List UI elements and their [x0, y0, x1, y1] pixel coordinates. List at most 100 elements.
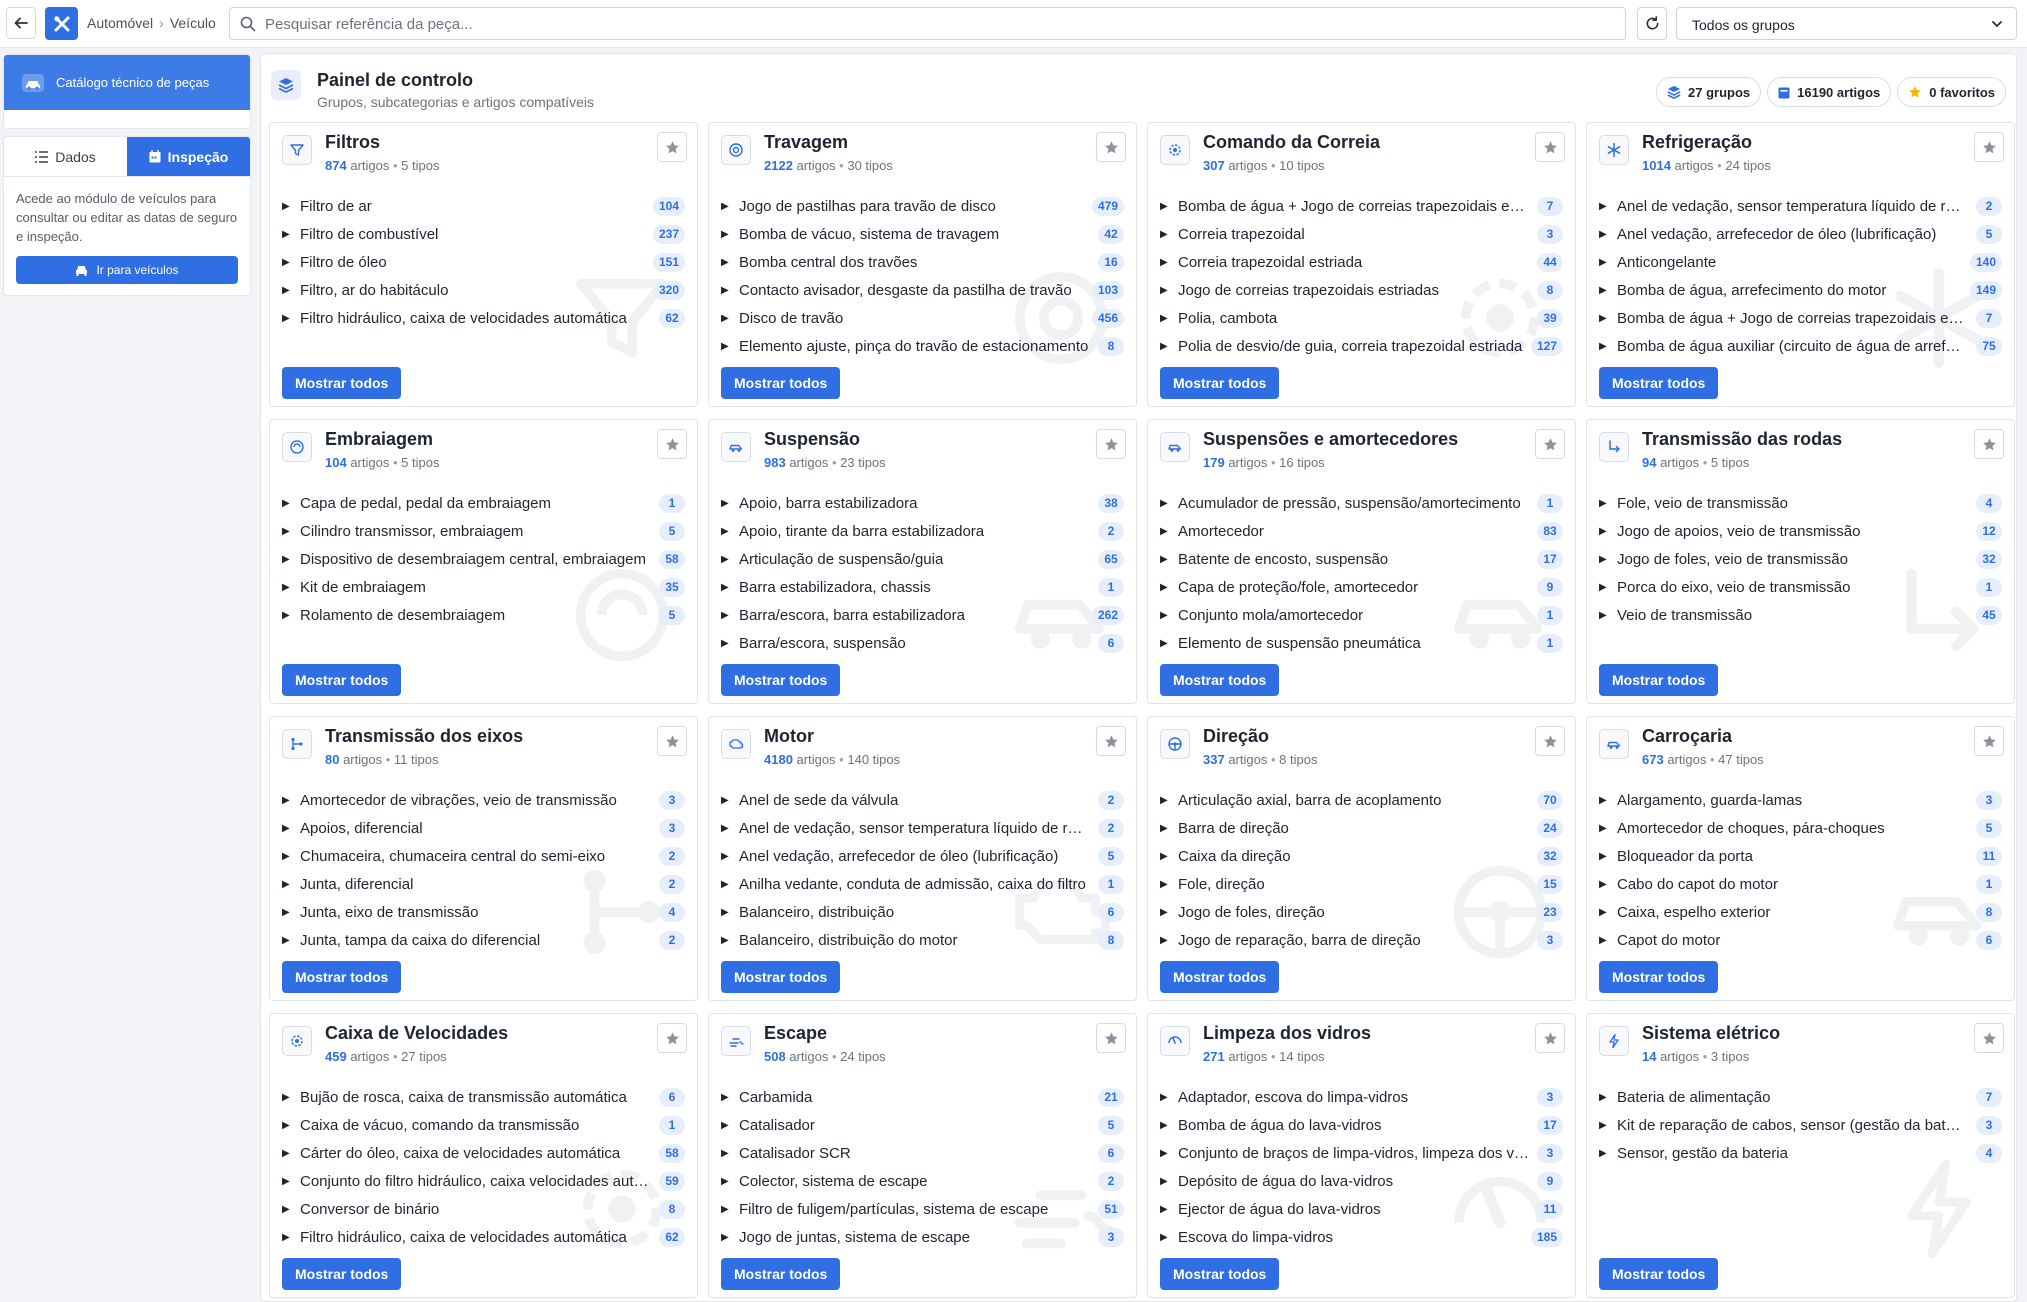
- subcategory-item[interactable]: ▶ Bomba de água auxiliar (circuito de águ…: [1599, 332, 2002, 360]
- subcategory-item[interactable]: ▶ Bomba de água + Jogo de correias trapez…: [1599, 304, 2002, 332]
- catalog-header[interactable]: Catálogo técnico de peças: [4, 55, 250, 110]
- subcategory-item[interactable]: ▶ Barra/escora, suspensão 6: [721, 629, 1124, 657]
- subcategory-item[interactable]: ▶ Catalisador 5: [721, 1111, 1124, 1139]
- show-all-button[interactable]: Mostrar todos: [282, 664, 402, 696]
- favorite-button[interactable]: [1096, 726, 1126, 756]
- group-title[interactable]: Embraiagem: [325, 429, 433, 450]
- subcategory-item[interactable]: ▶ Amortecedor de choques, pára-choques 5: [1599, 814, 2002, 842]
- favorite-button[interactable]: [1096, 429, 1126, 459]
- subcategory-item[interactable]: ▶ Barra estabilizadora, chassis 1: [721, 573, 1124, 601]
- subcategory-item[interactable]: ▶ Caixa, espelho exterior 8: [1599, 898, 2002, 926]
- show-all-button[interactable]: Mostrar todos: [1599, 1258, 1719, 1290]
- subcategory-item[interactable]: ▶ Bateria de alimentação 7: [1599, 1083, 2002, 1111]
- subcategory-item[interactable]: ▶ Kit de reparação de cabos, sensor (gest…: [1599, 1111, 2002, 1139]
- subcategory-item[interactable]: ▶ Colector, sistema de escape 2: [721, 1167, 1124, 1195]
- favorite-button[interactable]: [1974, 132, 2004, 162]
- subcategory-item[interactable]: ▶ Veio de transmissão 45: [1599, 601, 2002, 629]
- favorite-button[interactable]: [1974, 429, 2004, 459]
- show-all-button[interactable]: Mostrar todos: [721, 367, 841, 399]
- go-to-vehicles-button[interactable]: Ir para veículos: [16, 256, 238, 284]
- subcategory-item[interactable]: ▶ Filtro hidráulico, caixa de velocidades…: [282, 304, 685, 332]
- group-title[interactable]: Travagem: [764, 132, 848, 153]
- subcategory-item[interactable]: ▶ Jogo de correias trapezoidais estriadas…: [1160, 276, 1563, 304]
- subcategory-item[interactable]: ▶ Batente de encosto, suspensão 17: [1160, 545, 1563, 573]
- subcategory-item[interactable]: ▶ Bomba de água + Jogo de correias trapez…: [1160, 192, 1563, 220]
- subcategory-item[interactable]: ▶ Bujão de rosca, caixa de transmissão au…: [282, 1083, 685, 1111]
- subcategory-item[interactable]: ▶ Balanceiro, distribuição 6: [721, 898, 1124, 926]
- favorite-button[interactable]: [657, 726, 687, 756]
- subcategory-item[interactable]: ▶ Porca do eixo, veio de transmissão 1: [1599, 573, 2002, 601]
- subcategory-item[interactable]: ▶ Elemento ajuste, pinça do travão de est…: [721, 332, 1124, 360]
- tab-inspecao[interactable]: Inspeção: [127, 137, 250, 176]
- group-title[interactable]: Escape: [764, 1023, 827, 1044]
- show-all-button[interactable]: Mostrar todos: [282, 961, 402, 993]
- subcategory-item[interactable]: ▶ Articulação de suspensão/guia 65: [721, 545, 1124, 573]
- subcategory-item[interactable]: ▶ Junta, tampa da caixa do diferencial 2: [282, 926, 685, 954]
- subcategory-item[interactable]: ▶ Capa de proteção/fole, amortecedor 9: [1160, 573, 1563, 601]
- breadcrumb-item[interactable]: Automóvel: [87, 15, 153, 31]
- subcategory-item[interactable]: ▶ Conjunto de braços de limpa-vidros, lim…: [1160, 1139, 1563, 1167]
- refresh-button[interactable]: [1637, 7, 1667, 40]
- show-all-button[interactable]: Mostrar todos: [1160, 961, 1280, 993]
- group-select[interactable]: Todos os grupos: [1676, 7, 2017, 40]
- subcategory-item[interactable]: ▶ Polia de desvio/de guia, correia trapez…: [1160, 332, 1563, 360]
- show-all-button[interactable]: Mostrar todos: [721, 1258, 841, 1290]
- subcategory-item[interactable]: ▶ Anel de vedação, sensor temperatura líq…: [1599, 192, 2002, 220]
- group-title[interactable]: Transmissão dos eixos: [325, 726, 523, 747]
- subcategory-item[interactable]: ▶ Cárter do óleo, caixa de velocidades au…: [282, 1139, 685, 1167]
- subcategory-item[interactable]: ▶ Cabo do capot do motor 1: [1599, 870, 2002, 898]
- group-title[interactable]: Transmissão das rodas: [1642, 429, 1842, 450]
- group-title[interactable]: Motor: [764, 726, 814, 747]
- subcategory-item[interactable]: ▶ Chumaceira, chumaceira central do semi-…: [282, 842, 685, 870]
- show-all-button[interactable]: Mostrar todos: [721, 664, 841, 696]
- subcategory-item[interactable]: ▶ Balanceiro, distribuição do motor 8: [721, 926, 1124, 954]
- subcategory-item[interactable]: ▶ Disco de travão 456: [721, 304, 1124, 332]
- subcategory-item[interactable]: ▶ Jogo de reparação, barra de direção 3: [1160, 926, 1563, 954]
- favorite-button[interactable]: [657, 429, 687, 459]
- subcategory-item[interactable]: ▶ Alargamento, guarda-lamas 3: [1599, 786, 2002, 814]
- subcategory-item[interactable]: ▶ Amortecedor 83: [1160, 517, 1563, 545]
- subcategory-item[interactable]: ▶ Filtro de óleo 151: [282, 248, 685, 276]
- subcategory-item[interactable]: ▶ Anticongelante 140: [1599, 248, 2002, 276]
- group-title[interactable]: Suspensões e amortecedores: [1203, 429, 1458, 450]
- group-title[interactable]: Suspensão: [764, 429, 860, 450]
- favorite-button[interactable]: [1535, 429, 1565, 459]
- subcategory-item[interactable]: ▶ Contacto avisador, desgaste da pastilha…: [721, 276, 1124, 304]
- subcategory-item[interactable]: ▶ Filtro, ar do habitáculo 320: [282, 276, 685, 304]
- app-logo[interactable]: [45, 7, 78, 40]
- subcategory-item[interactable]: ▶ Conjunto do filtro hidráulico, caixa ve…: [282, 1167, 685, 1195]
- subcategory-item[interactable]: ▶ Filtro hidráulico, caixa de velocidades…: [282, 1223, 685, 1251]
- subcategory-item[interactable]: ▶ Bomba central dos travões 16: [721, 248, 1124, 276]
- subcategory-item[interactable]: ▶ Ejector de água do lava-vidros 11: [1160, 1195, 1563, 1223]
- tab-dados[interactable]: Dados: [4, 137, 127, 176]
- subcategory-item[interactable]: ▶ Filtro de ar 104: [282, 192, 685, 220]
- subcategory-item[interactable]: ▶ Capot do motor 6: [1599, 926, 2002, 954]
- favorite-button[interactable]: [657, 132, 687, 162]
- show-all-button[interactable]: Mostrar todos: [1599, 664, 1719, 696]
- subcategory-item[interactable]: ▶ Conjunto mola/amortecedor 1: [1160, 601, 1563, 629]
- subcategory-item[interactable]: ▶ Barra/escora, barra estabilizadora 262: [721, 601, 1124, 629]
- show-all-button[interactable]: Mostrar todos: [1599, 367, 1719, 399]
- subcategory-item[interactable]: ▶ Bomba de água, arrefecimento do motor 14…: [1599, 276, 2002, 304]
- group-title[interactable]: Sistema elétrico: [1642, 1023, 1780, 1044]
- show-all-button[interactable]: Mostrar todos: [721, 961, 841, 993]
- breadcrumb-item[interactable]: Veículo: [170, 15, 216, 31]
- favorite-button[interactable]: [1535, 726, 1565, 756]
- subcategory-item[interactable]: ▶ Fole, veio de transmissão 4: [1599, 489, 2002, 517]
- show-all-button[interactable]: Mostrar todos: [282, 367, 402, 399]
- subcategory-item[interactable]: ▶ Bomba de vácuo, sistema de travagem 42: [721, 220, 1124, 248]
- subcategory-item[interactable]: ▶ Kit de embraiagem 35: [282, 573, 685, 601]
- favorite-button[interactable]: [1096, 1023, 1126, 1053]
- group-title[interactable]: Direção: [1203, 726, 1269, 747]
- subcategory-item[interactable]: ▶ Jogo de juntas, sistema de escape 3: [721, 1223, 1124, 1251]
- subcategory-item[interactable]: ▶ Jogo de foles, veio de transmissão 32: [1599, 545, 2002, 573]
- group-title[interactable]: Comando da Correia: [1203, 132, 1380, 153]
- subcategory-item[interactable]: ▶ Bomba de água do lava-vidros 17: [1160, 1111, 1563, 1139]
- subcategory-item[interactable]: ▶ Catalisador SCR 6: [721, 1139, 1124, 1167]
- subcategory-item[interactable]: ▶ Correia trapezoidal estriada 44: [1160, 248, 1563, 276]
- subcategory-item[interactable]: ▶ Articulação axial, barra de acoplamento…: [1160, 786, 1563, 814]
- subcategory-item[interactable]: ▶ Bloqueador da porta 11: [1599, 842, 2002, 870]
- show-all-button[interactable]: Mostrar todos: [1160, 664, 1280, 696]
- subcategory-item[interactable]: ▶ Amortecedor de vibrações, veio de trans…: [282, 786, 685, 814]
- group-title[interactable]: Caixa de Velocidades: [325, 1023, 508, 1044]
